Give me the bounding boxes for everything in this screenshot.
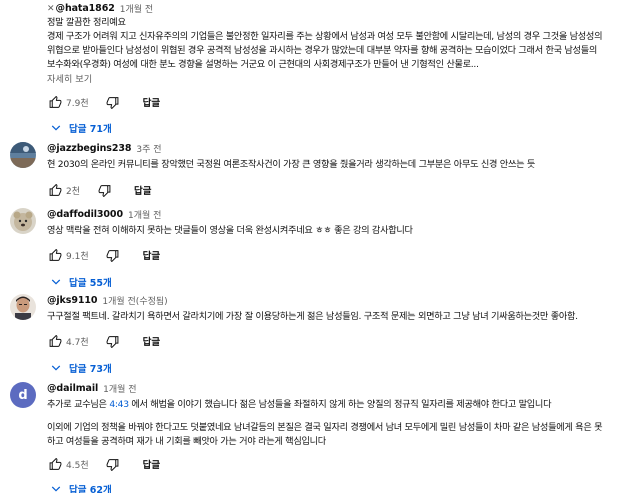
avatar[interactable]: d [10, 382, 36, 408]
comment-header: @jazzbegins238 3주 전 [47, 142, 632, 155]
comment-time[interactable]: 3주 전 [136, 142, 161, 155]
reply-button[interactable]: 답글 [143, 334, 160, 348]
thumb-up-icon[interactable] [47, 182, 63, 198]
replies-count-label: 답글 62개 [69, 485, 112, 493]
comment-text-line: 영상 맥락을 전혀 이해하지 못하는 댓글들이 영상을 더욱 완성시켜주네요 ㅎ… [47, 225, 413, 236]
avatar[interactable] [10, 142, 36, 168]
comment-header: ✕ @hata1862 1개월 전 [47, 2, 632, 15]
comment-text-line: 경제 구조가 어려워 지고 신자유주의의 기업들은 불안정한 일자리를 주는 상… [47, 31, 603, 42]
comment-time[interactable]: 1개월 전 [120, 2, 153, 15]
avatar-letter: d [18, 387, 28, 403]
chevron-down-icon [51, 365, 61, 371]
chevron-down-icon [51, 279, 61, 285]
thumb-down-icon[interactable] [105, 333, 121, 349]
thumb-up-icon[interactable] [47, 94, 63, 110]
replies-count-label: 답글 55개 [69, 278, 112, 289]
like-count: 4.7천 [66, 337, 89, 348]
author-name[interactable]: @hata1862 [56, 3, 115, 14]
like-count: 7.9천 [66, 98, 89, 109]
reply-button[interactable]: 답글 [143, 95, 160, 109]
author-name[interactable]: @jks9110 [47, 295, 97, 306]
comment-text-line: 구구절절 팩트네. 갈라치기 욕하면서 갈라치기에 가장 잘 이용당하는게 젊은… [47, 311, 578, 322]
comment-text-line: 이외에 기업의 정책을 바꿔야 한다고도 덧붙였네요 남녀갈등의 본질은 결국 … [47, 422, 603, 433]
reply-button[interactable]: 답글 [143, 457, 160, 471]
replies-count-label: 답글 73개 [69, 364, 112, 375]
view-replies-button[interactable]: 답글 71개 [47, 118, 632, 138]
comment-text-line: 위협으로 받아들인다 남성성이 위협된 경우 공격적 남성성을 과시하는 경우가… [47, 45, 598, 56]
reply-button[interactable]: 답글 [134, 183, 151, 197]
like-count: 4.5천 [66, 460, 89, 471]
comment-time[interactable]: 1개월 전(수정됨) [102, 294, 167, 307]
read-more-link[interactable]: 자세히 보기 [47, 73, 632, 87]
thumb-down-icon[interactable] [105, 247, 121, 263]
comment-text-line: 보수화와(우경화) 여성에 대한 분노 경향을 설명하는 거군요 이 근현대의 … [47, 59, 479, 70]
avatar[interactable] [10, 294, 36, 320]
view-replies-button[interactable]: 답글 73개 [47, 358, 632, 378]
comment-text-line: 하고 여성들을 공격하며 재가 내 기회를 빼앗아 가는 거야 라는게 핵심입니… [47, 436, 326, 447]
author-name[interactable]: @dailmail [47, 383, 98, 394]
chevron-down-icon [51, 486, 61, 492]
comment-text: 추가로 교수님은 [47, 399, 110, 410]
chevron-down-icon [51, 125, 61, 131]
author-name[interactable]: @jazzbegins238 [47, 143, 131, 154]
comment-time[interactable]: 1개월 전 [103, 382, 136, 395]
comment-text: 에서 해법을 이야기 했습니다 젊은 남성들을 좌절하지 않게 하는 양질의 정… [128, 399, 552, 410]
replies-count-label: 답글 71개 [69, 124, 112, 135]
comment-header: @jks9110 1개월 전(수정됨) [47, 294, 632, 307]
thumb-down-icon[interactable] [105, 456, 121, 472]
view-replies-button[interactable]: 답글 62개 [47, 479, 632, 493]
reply-button[interactable]: 답글 [143, 248, 160, 262]
thumb-up-icon[interactable] [47, 247, 63, 263]
view-replies-button[interactable]: 답글 55개 [47, 272, 632, 292]
timestamp-link[interactable]: 4:43 [109, 399, 129, 410]
thumb-down-icon[interactable] [96, 182, 112, 198]
x-mark-icon: ✕ [47, 3, 55, 14]
thumb-down-icon[interactable] [105, 94, 121, 110]
thumb-up-icon[interactable] [47, 456, 63, 472]
comment-header: @daffodil3000 1개월 전 [47, 208, 632, 221]
comment-time[interactable]: 1개월 전 [128, 208, 161, 221]
comment-text-line: 현 2030의 온라인 커뮤니티를 장악했던 국정원 여론조작사건이 가장 큰 … [47, 159, 536, 170]
like-count: 2천 [66, 186, 81, 197]
comment-text-line: 정말 깔끔한 정리예요 [47, 17, 126, 28]
comment-header: @dailmail 1개월 전 [47, 382, 632, 395]
like-count: 9.1천 [66, 251, 89, 262]
author-name[interactable]: @daffodil3000 [47, 209, 123, 220]
thumb-up-icon[interactable] [47, 333, 63, 349]
comment-text-line: 추가로 교수님은 4:43 에서 해법을 이야기 했습니다 젊은 남성들을 좌절… [47, 398, 632, 412]
avatar[interactable] [10, 208, 36, 234]
